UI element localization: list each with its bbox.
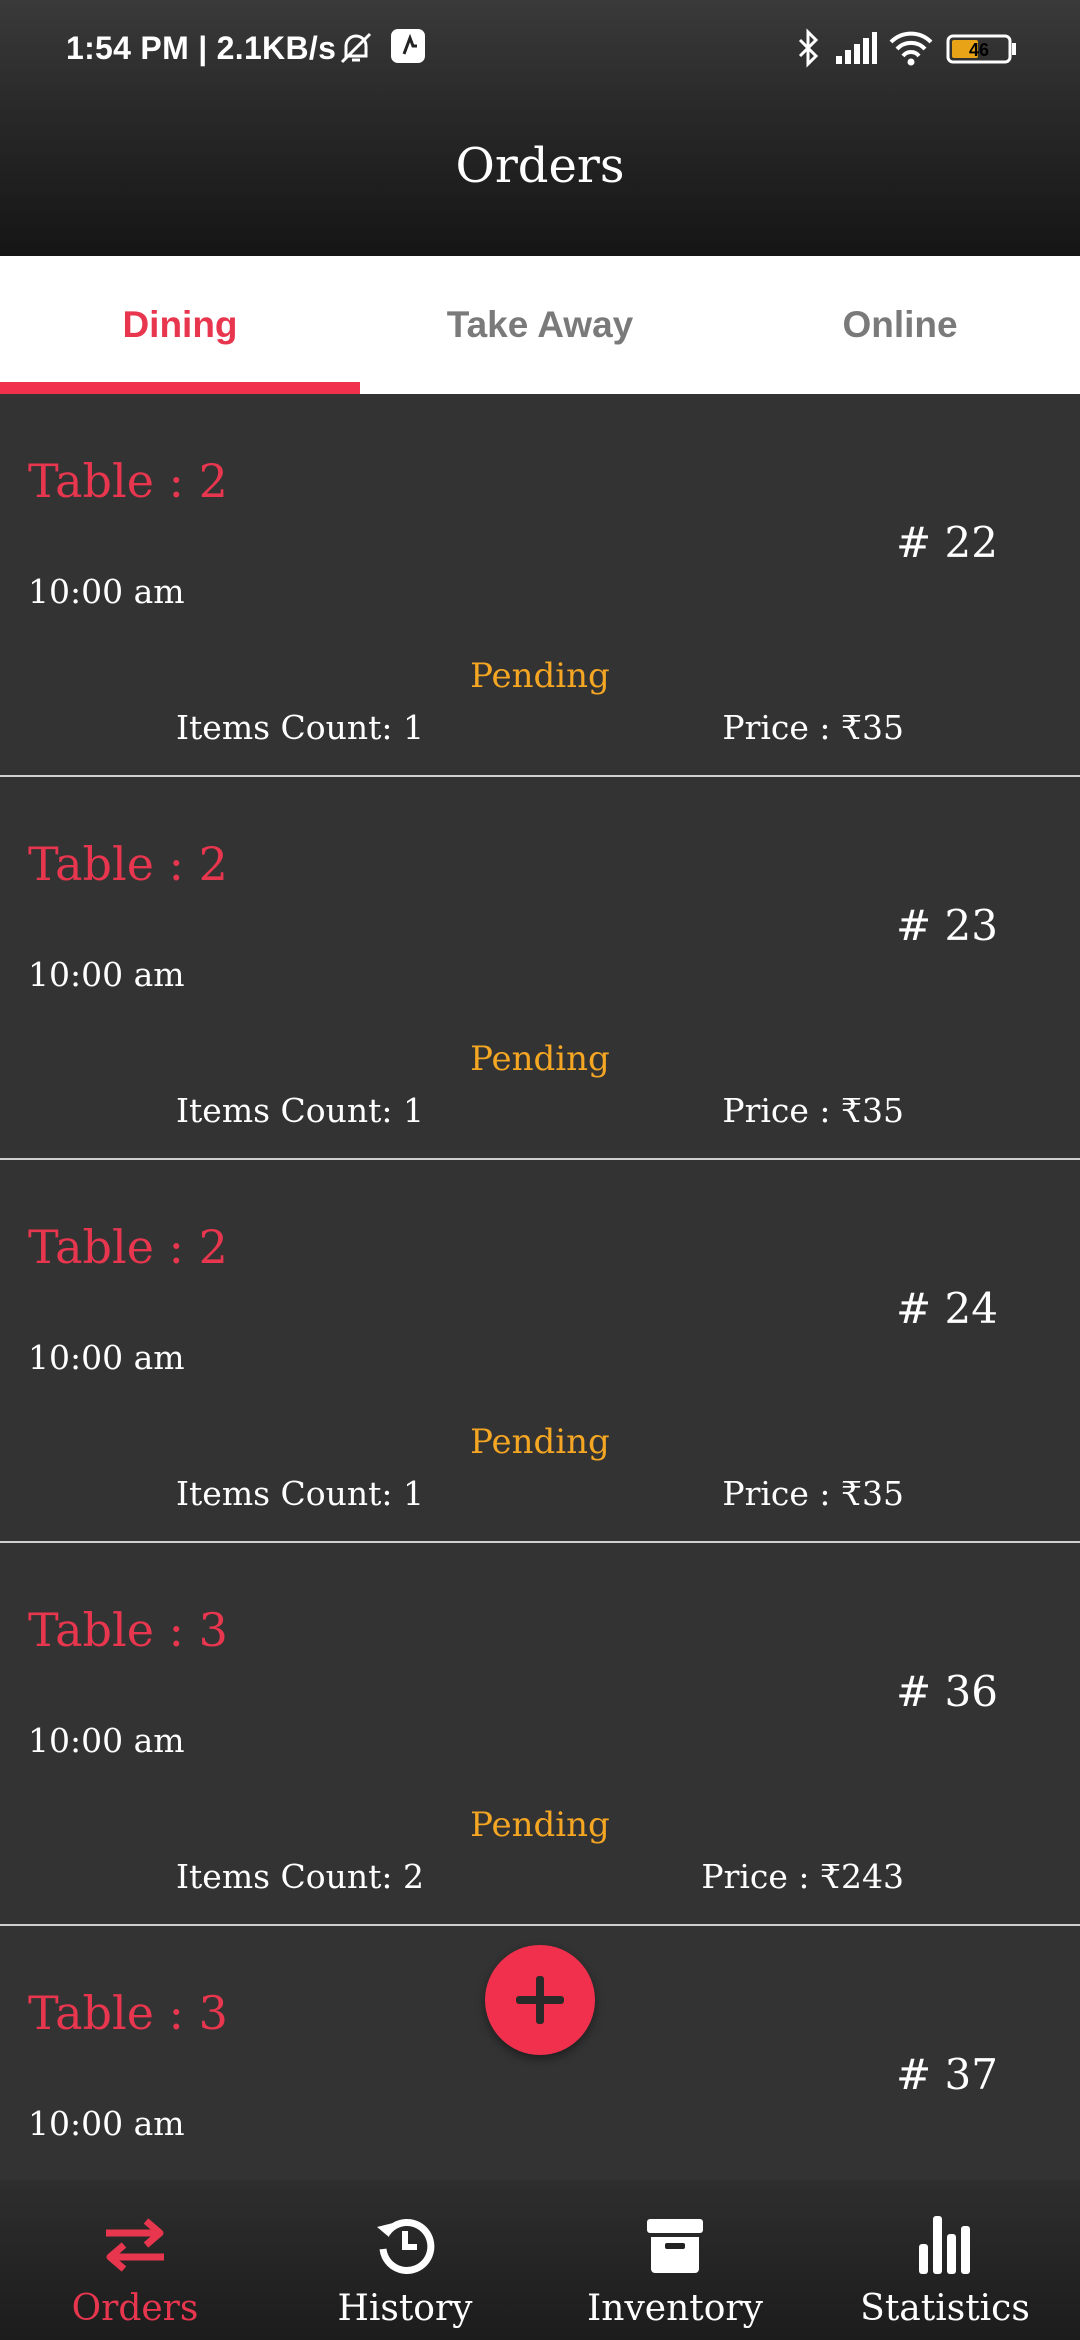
order-table: Table : 2	[28, 454, 228, 508]
bluetooth-icon	[796, 28, 822, 68]
nav-inventory[interactable]: Inventory	[540, 2180, 810, 2340]
nav-statistics[interactable]: Statistics	[810, 2180, 1080, 2340]
order-price: Price : ₹35	[722, 1091, 904, 1130]
order-number: # 36	[896, 1667, 998, 1716]
order-price: Price : ₹35	[722, 708, 904, 747]
tab-online[interactable]: Online	[720, 256, 1080, 394]
order-status: Pending	[470, 656, 610, 696]
order-number: # 24	[896, 1284, 998, 1333]
signal-icon	[834, 28, 878, 68]
order-status: Pending	[470, 1805, 610, 1845]
archive-box-icon	[640, 2210, 710, 2280]
nav-label: History	[337, 2288, 473, 2329]
nav-label: Orders	[71, 2288, 199, 2329]
order-price: Price : ₹243	[701, 1857, 904, 1896]
order-items-count: Items Count: 1	[176, 1474, 425, 1513]
nav-history[interactable]: History	[270, 2180, 540, 2340]
order-type-tabs: Dining Take Away Online	[0, 256, 1080, 394]
tab-take-away[interactable]: Take Away	[360, 256, 720, 394]
nav-label: Inventory	[587, 2288, 763, 2329]
app-notification-icon	[390, 28, 426, 64]
battery-icon: 46	[946, 28, 1018, 68]
order-items-count: Items Count: 1	[176, 708, 425, 747]
page-title: Orders	[455, 138, 625, 194]
swap-arrows-icon	[100, 2210, 170, 2280]
app-bar: 1:54 PM | 2.1KB/s 46 Orders	[0, 0, 1080, 256]
status-bar: 1:54 PM | 2.1KB/s 46	[0, 0, 1080, 100]
order-status: Pending	[470, 1422, 610, 1462]
order-time: 10:00 am	[28, 1338, 185, 1377]
order-items-count: Items Count: 2	[176, 1857, 425, 1896]
order-price: Price : ₹35	[722, 1474, 904, 1513]
bottom-navigation: Orders History Inventory Statistics	[0, 2180, 1080, 2340]
tab-dining[interactable]: Dining	[0, 256, 360, 394]
order-time: 10:00 am	[28, 1721, 185, 1760]
order-number: # 23	[896, 901, 998, 950]
nav-label: Statistics	[860, 2288, 1030, 2329]
order-card[interactable]: Table : 3 # 36 10:00 am Pending Items Co…	[0, 1543, 1080, 1926]
order-card[interactable]: Table : 2 # 23 10:00 am Pending Items Co…	[0, 777, 1080, 1160]
bell-muted-icon	[336, 28, 376, 68]
wifi-icon	[888, 28, 934, 68]
order-table: Table : 3	[28, 1603, 228, 1657]
order-number: # 22	[896, 518, 998, 567]
order-time: 10:00 am	[28, 2104, 185, 2143]
battery-level: 46	[969, 40, 989, 60]
order-number: # 37	[896, 2050, 998, 2099]
add-order-button[interactable]	[485, 1945, 595, 2055]
order-table: Table : 2	[28, 1220, 228, 1274]
bar-chart-icon	[910, 2210, 980, 2280]
order-time: 10:00 am	[28, 955, 185, 994]
order-card[interactable]: Table : 2 # 22 10:00 am Pending Items Co…	[0, 394, 1080, 777]
order-items-count: Items Count: 1	[176, 1091, 425, 1130]
order-table: Table : 3	[28, 1986, 228, 2040]
order-status: Pending	[470, 1039, 610, 1079]
plus-icon	[516, 1976, 564, 2024]
order-time: 10:00 am	[28, 572, 185, 611]
nav-orders[interactable]: Orders	[0, 2180, 270, 2340]
order-table: Table : 2	[28, 837, 228, 891]
status-time: 1:54 PM | 2.1KB/s	[66, 30, 337, 66]
order-card[interactable]: Table : 2 # 24 10:00 am Pending Items Co…	[0, 1160, 1080, 1543]
history-icon	[370, 2210, 440, 2280]
